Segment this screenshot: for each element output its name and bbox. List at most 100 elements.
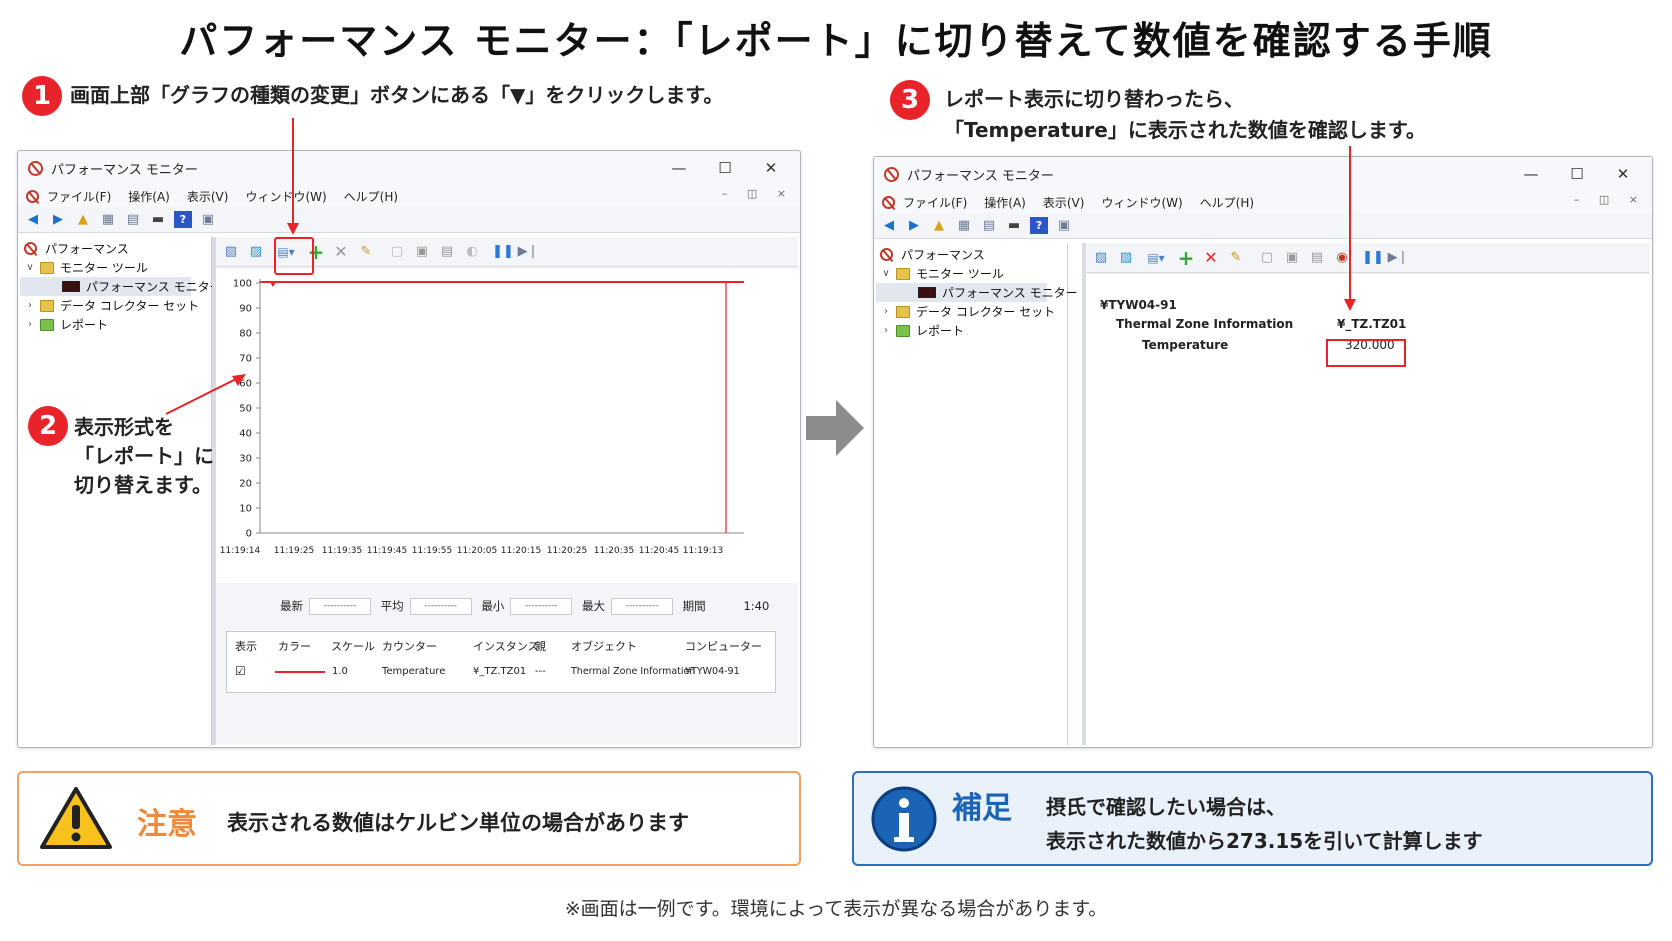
tree-item-data-collector-sets[interactable]: › データ コレクター セット xyxy=(20,296,211,315)
chevron-down-icon[interactable]: ∨ xyxy=(24,262,36,273)
legend-col-counter[interactable]: カウンター xyxy=(382,638,437,654)
y-tick-label: 70 xyxy=(239,354,252,365)
copy-properties-icon[interactable]: ▢ xyxy=(1258,249,1276,266)
menu-bar: ファイル(F) 操作(A) 表示(V) ウィンドウ(W) ヘルプ(H) – ◫ … xyxy=(874,191,1652,213)
tree-label: モニター ツール xyxy=(916,267,1004,281)
legend-col-instance[interactable]: インスタンス xyxy=(473,638,539,654)
menu-window[interactable]: ウィンドウ(W) xyxy=(1101,194,1182,211)
legend-row-temperature[interactable]: ☑ 1.0 Temperature ¥_TZ.TZ01 --- Thermal … xyxy=(227,662,775,688)
tree-item-monitor-tools[interactable]: ∨ モニター ツール xyxy=(20,258,211,277)
menu-view[interactable]: 表示(V) xyxy=(187,188,229,205)
menu-file[interactable]: ファイル(F) xyxy=(903,194,967,211)
tree-item-performance[interactable]: パフォーマンス xyxy=(20,239,211,258)
perfmon-menu-icon[interactable] xyxy=(26,189,39,203)
tree-item-performance-monitor[interactable]: パフォーマンス モニター xyxy=(20,277,222,296)
menu-window[interactable]: ウィンドウ(W) xyxy=(245,188,326,205)
legend-scale-value: 1.0 xyxy=(332,666,348,677)
series-marker xyxy=(270,282,276,287)
help-icon[interactable]: ? xyxy=(174,211,192,228)
caution-text: 表示される数値はケルビン単位の場合があります xyxy=(227,811,689,835)
pause-icon[interactable]: ❚❚ xyxy=(492,243,514,260)
back-arrow-icon[interactable]: ◀ xyxy=(24,211,42,228)
back-arrow-icon[interactable]: ◀ xyxy=(880,217,898,234)
up-folder-icon[interactable]: ▲ xyxy=(74,211,92,228)
paste-counter-list-icon[interactable]: ▣ xyxy=(1283,249,1301,266)
legend-show-checkbox[interactable]: ☑ xyxy=(235,664,246,678)
tree-item-performance-monitor[interactable]: パフォーマンス モニター xyxy=(876,283,1078,302)
chevron-right-icon[interactable]: › xyxy=(24,319,36,330)
view-log-data-icon[interactable]: ▨ xyxy=(247,243,265,260)
paste-counter-list-icon[interactable]: ▣ xyxy=(413,243,431,260)
properties-icon[interactable]: ▤ xyxy=(438,243,456,260)
legend-col-parent[interactable]: 親 xyxy=(535,638,546,654)
console-icon[interactable]: ▣ xyxy=(199,211,217,228)
copy-properties-icon[interactable]: ▢ xyxy=(388,243,406,260)
close-button[interactable]: ✕ xyxy=(748,159,794,177)
x-tick-label: 11:19:35 xyxy=(322,546,362,556)
tree-item-reports[interactable]: › レポート xyxy=(20,315,211,334)
menu-action[interactable]: 操作(A) xyxy=(984,194,1026,211)
tree-item-monitor-tools[interactable]: ∨ モニター ツール xyxy=(876,264,1067,283)
mdi-controls[interactable]: – ◫ × xyxy=(722,187,794,200)
page-title: パフォーマンス モニター：「レポート」に切り替えて数値を確認する手順 xyxy=(179,19,1493,63)
menu-help[interactable]: ヘルプ(H) xyxy=(344,188,398,205)
legend-col-color[interactable]: カラー xyxy=(278,638,311,654)
legend-color-swatch xyxy=(275,671,325,673)
maximize-button[interactable]: ☐ xyxy=(1554,165,1600,183)
show-hide-tree-icon[interactable]: ▦ xyxy=(99,211,117,228)
highlight-icon[interactable]: ✎ xyxy=(1227,249,1245,266)
view-current-activity-icon[interactable]: ▧ xyxy=(222,243,240,260)
legend-instance-value: ¥_TZ.TZ01 xyxy=(473,666,527,677)
menu-file[interactable]: ファイル(F) xyxy=(47,188,111,205)
monitor-icon xyxy=(62,281,80,292)
legend-col-object[interactable]: オブジェクト xyxy=(571,638,637,654)
tree-item-data-collector-sets[interactable]: › データ コレクター セット xyxy=(876,302,1067,321)
tree-item-reports[interactable]: › レポート xyxy=(876,321,1067,340)
maximize-button[interactable]: ☐ xyxy=(702,159,748,177)
properties-icon[interactable]: ▤ xyxy=(1308,249,1326,266)
add-counter-icon[interactable]: + xyxy=(1177,246,1195,270)
print-icon[interactable]: ▬ xyxy=(1005,217,1023,234)
print-icon[interactable]: ▬ xyxy=(149,211,167,228)
stat-min-label: 最小 xyxy=(481,599,505,613)
mdi-controls[interactable]: – ◫ × xyxy=(1574,193,1646,206)
y-tick-label: 40 xyxy=(239,429,252,440)
delete-counter-icon[interactable]: ✕ xyxy=(1202,248,1220,267)
view-current-activity-icon[interactable]: ▧ xyxy=(1092,249,1110,266)
minimize-button[interactable]: — xyxy=(1508,165,1554,183)
legend-col-show[interactable]: 表示 xyxy=(235,638,257,654)
chevron-down-icon[interactable]: ∨ xyxy=(880,268,892,279)
console-icon[interactable]: ▣ xyxy=(1055,217,1073,234)
graph-stats-bar: 最新 ---------- 平均 ---------- 最小 ---------- 最… xyxy=(280,598,769,615)
forward-arrow-icon[interactable]: ▶ xyxy=(905,217,923,234)
highlight-icon[interactable]: ✎ xyxy=(357,243,375,260)
forward-arrow-icon[interactable]: ▶ xyxy=(49,211,67,228)
chevron-right-icon[interactable]: › xyxy=(880,325,892,336)
help-icon[interactable]: ? xyxy=(1030,217,1048,234)
perfmon-menu-icon[interactable] xyxy=(882,195,895,209)
tree-item-performance[interactable]: パフォーマンス xyxy=(876,245,1067,264)
tree-label: パフォーマンス xyxy=(45,242,129,256)
up-folder-icon[interactable]: ▲ xyxy=(930,217,948,234)
minimize-button[interactable]: — xyxy=(656,159,702,177)
update-data-icon[interactable]: ▶❘ xyxy=(1388,249,1409,266)
chevron-right-icon[interactable]: › xyxy=(24,300,36,311)
properties-icon[interactable]: ▤ xyxy=(124,211,142,228)
show-hide-tree-icon[interactable]: ▦ xyxy=(955,217,973,234)
properties-icon[interactable]: ▤ xyxy=(980,217,998,234)
close-button[interactable]: ✕ xyxy=(1600,165,1646,183)
delete-counter-icon[interactable]: ✕ xyxy=(332,242,350,261)
legend-col-computer[interactable]: コンピューター xyxy=(685,638,762,654)
legend-col-scale[interactable]: スケール xyxy=(331,638,375,654)
menu-action[interactable]: 操作(A) xyxy=(128,188,170,205)
chevron-right-icon[interactable]: › xyxy=(880,306,892,317)
menu-view[interactable]: 表示(V) xyxy=(1043,194,1085,211)
zoom-icon[interactable]: ◐ xyxy=(463,243,481,260)
pause-icon[interactable]: ❚❚ xyxy=(1362,249,1384,266)
y-tick-label: 20 xyxy=(239,479,252,490)
view-log-data-icon[interactable]: ▨ xyxy=(1117,249,1135,266)
main-toolbar: ◀ ▶ ▲ ▦ ▤ ▬ ? ▣ xyxy=(874,213,1652,239)
change-graph-type-icon[interactable]: ▤▾ xyxy=(1142,249,1170,266)
menu-help[interactable]: ヘルプ(H) xyxy=(1200,194,1254,211)
update-data-icon[interactable]: ▶❘ xyxy=(518,243,539,260)
